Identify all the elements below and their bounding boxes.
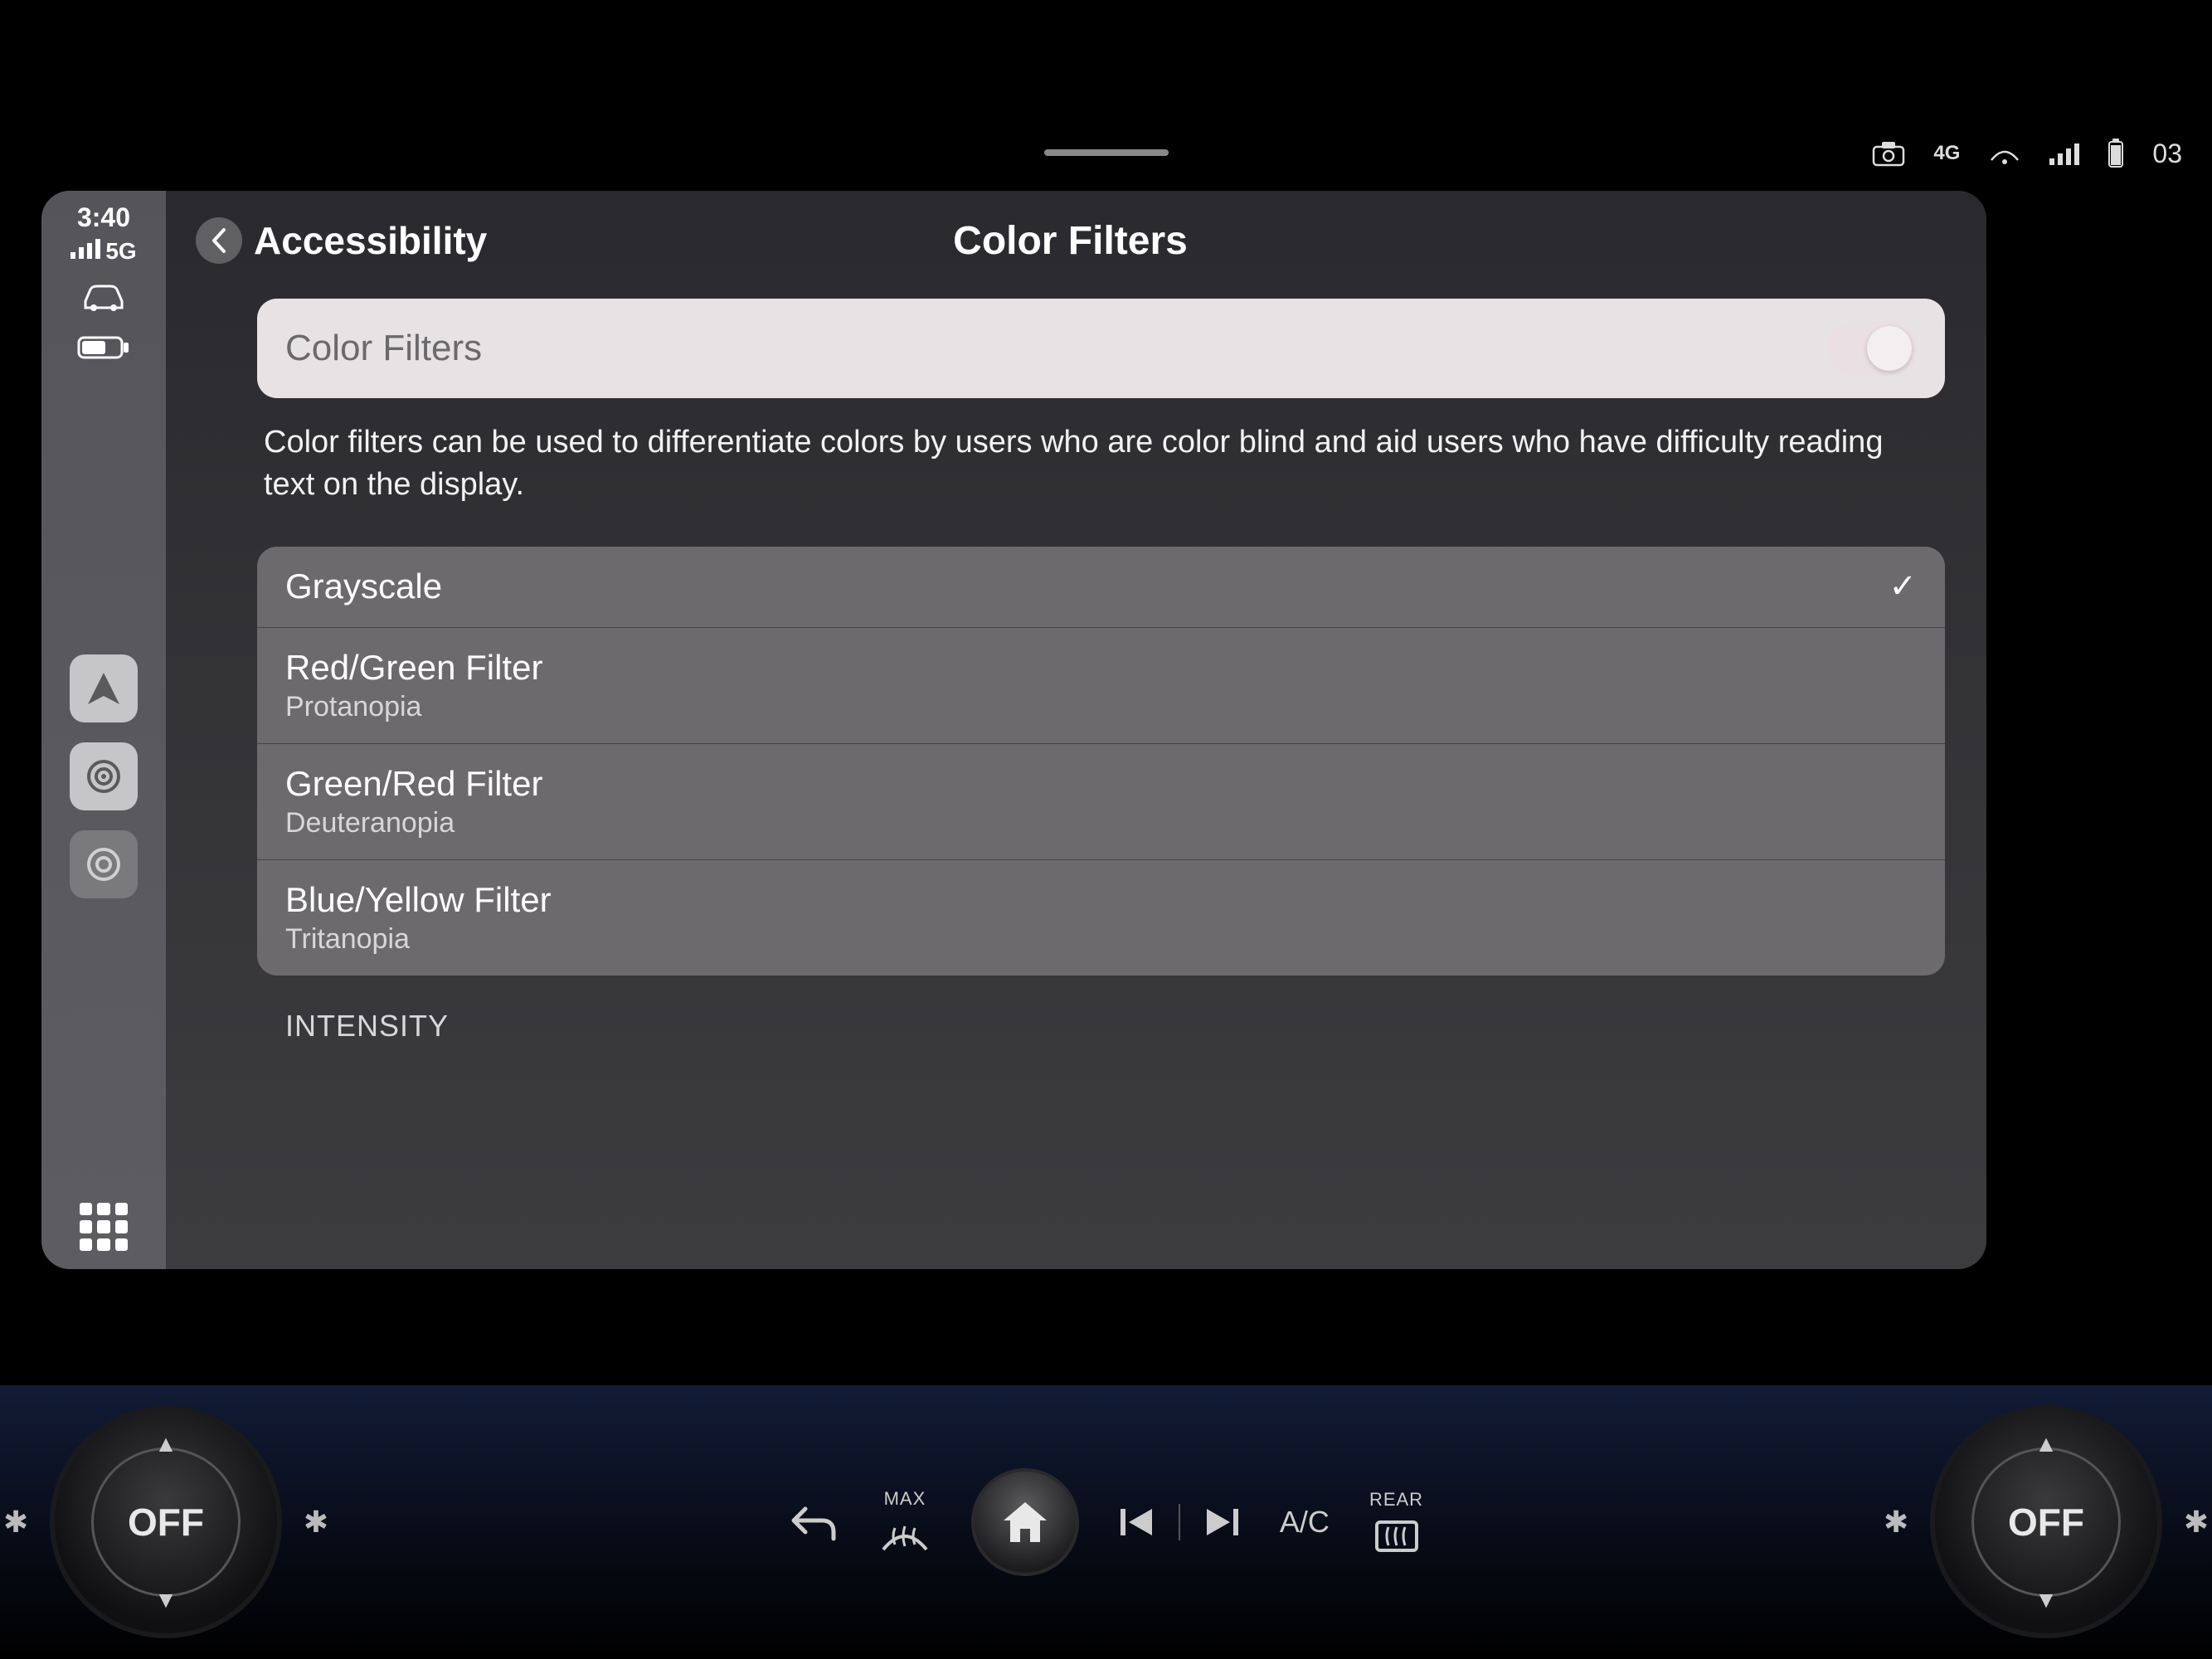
home-icon <box>999 1497 1052 1547</box>
vehicle-time-fragment: 03 <box>2152 139 2182 169</box>
home-button[interactable] <box>971 1468 1079 1576</box>
checkmark-icon: ✓ <box>1889 567 1917 606</box>
settings-header: Accessibility Color Filters <box>196 211 1945 270</box>
toggle-switch[interactable] <box>1827 321 1917 376</box>
filter-option-protanopia[interactable]: Red/Green Filter Protanopia <box>257 628 1945 744</box>
back-nav-button[interactable] <box>789 1501 839 1544</box>
media-controls <box>1119 1504 1240 1540</box>
defrost-rear-label: REAR <box>1369 1489 1423 1511</box>
sidebar-signal: 5G <box>70 238 136 265</box>
fan-icon[interactable]: ✱ <box>2184 1505 2209 1540</box>
network-4g-icon: 4G <box>1933 142 1960 165</box>
option-sublabel: Protanopia <box>285 691 542 723</box>
option-label: Blue/Yellow Filter <box>285 880 552 920</box>
passenger-temp-dial[interactable]: ▲ ▼ ✱ ✱ OFF <box>1930 1406 2162 1638</box>
ac-button[interactable]: A/C <box>1280 1505 1330 1540</box>
signal-bars-icon <box>70 239 100 259</box>
ac-label: A/C <box>1280 1505 1330 1540</box>
intensity-section-label: INTENSITY <box>285 1009 1945 1044</box>
defrost-rear-button[interactable]: REAR <box>1369 1489 1423 1555</box>
switch-knob <box>1867 326 1912 371</box>
filter-options-list: Grayscale ✓ Red/Green Filter Protanopia … <box>257 547 1945 975</box>
battery-icon <box>2107 139 2124 168</box>
defrost-rear-icon <box>1372 1517 1422 1555</box>
separator <box>1179 1504 1180 1540</box>
carplay-sidebar: 3:40 5G <box>41 191 166 1269</box>
description-text: Color filters can be used to differentia… <box>264 421 1938 507</box>
toggle-label: Color Filters <box>285 328 482 369</box>
chevron-up-icon[interactable]: ▲ <box>2035 1431 2058 1457</box>
dial-value: OFF <box>91 1447 241 1597</box>
back-label: Accessibility <box>254 218 487 263</box>
defrost-front-icon <box>878 1516 931 1556</box>
filter-option-deuteranopia[interactable]: Green/Red Filter Deuteranopia <box>257 744 1945 860</box>
driver-temp-dial[interactable]: ▲ ▼ ✱ ✱ OFF <box>50 1406 282 1638</box>
car-icon <box>73 276 134 316</box>
filter-option-grayscale[interactable]: Grayscale ✓ <box>257 547 1945 628</box>
fan-icon[interactable]: ✱ <box>1884 1505 1908 1540</box>
page-title: Color Filters <box>953 218 1188 264</box>
vehicle-status-bar: 4G 03 <box>0 133 2212 174</box>
satellite-icon <box>1988 140 2021 167</box>
settings-app-icon[interactable] <box>70 830 138 898</box>
option-label: Green/Red Filter <box>285 764 542 804</box>
prev-track-button[interactable] <box>1119 1506 1155 1539</box>
signal-bars-icon <box>2049 142 2079 165</box>
defrost-max-label: MAX <box>884 1488 926 1510</box>
app-grid-button[interactable] <box>80 1203 128 1251</box>
color-filters-toggle-row[interactable]: Color Filters <box>257 299 1945 398</box>
next-track-button[interactable] <box>1203 1506 1240 1539</box>
dial-value: OFF <box>1971 1447 2121 1597</box>
camera-icon <box>1872 140 1905 167</box>
defrost-max-button[interactable]: MAX <box>878 1488 931 1556</box>
chevron-down-icon[interactable]: ▼ <box>154 1587 177 1613</box>
back-button[interactable]: Accessibility <box>196 217 487 264</box>
undo-icon <box>789 1501 839 1544</box>
option-sublabel: Deuteranopia <box>285 807 542 839</box>
maps-app-icon[interactable] <box>70 654 138 722</box>
podcasts-app-icon[interactable] <box>70 742 138 810</box>
chevron-down-icon[interactable]: ▼ <box>2035 1587 2058 1613</box>
option-sublabel: Tritanopia <box>285 923 552 956</box>
chevron-up-icon[interactable]: ▲ <box>154 1431 177 1457</box>
option-label: Red/Green Filter <box>285 648 542 688</box>
fan-icon[interactable]: ✱ <box>3 1505 28 1540</box>
vehicle-control-bar: ▲ ▼ ✱ ✱ OFF MAX <box>0 1385 2212 1659</box>
fan-icon[interactable]: ✱ <box>304 1505 328 1540</box>
filter-option-tritanopia[interactable]: Blue/Yellow Filter Tritanopia <box>257 860 1945 975</box>
option-label: Grayscale <box>285 567 442 606</box>
sidebar-time: 3:40 <box>77 202 130 233</box>
chevron-left-icon <box>196 217 242 264</box>
carplay-window: 3:40 5G <box>41 191 1986 1269</box>
sidebar-network-label: 5G <box>105 238 136 265</box>
battery-icon <box>73 328 134 367</box>
settings-main: Accessibility Color Filters Color Filter… <box>166 191 1986 1269</box>
